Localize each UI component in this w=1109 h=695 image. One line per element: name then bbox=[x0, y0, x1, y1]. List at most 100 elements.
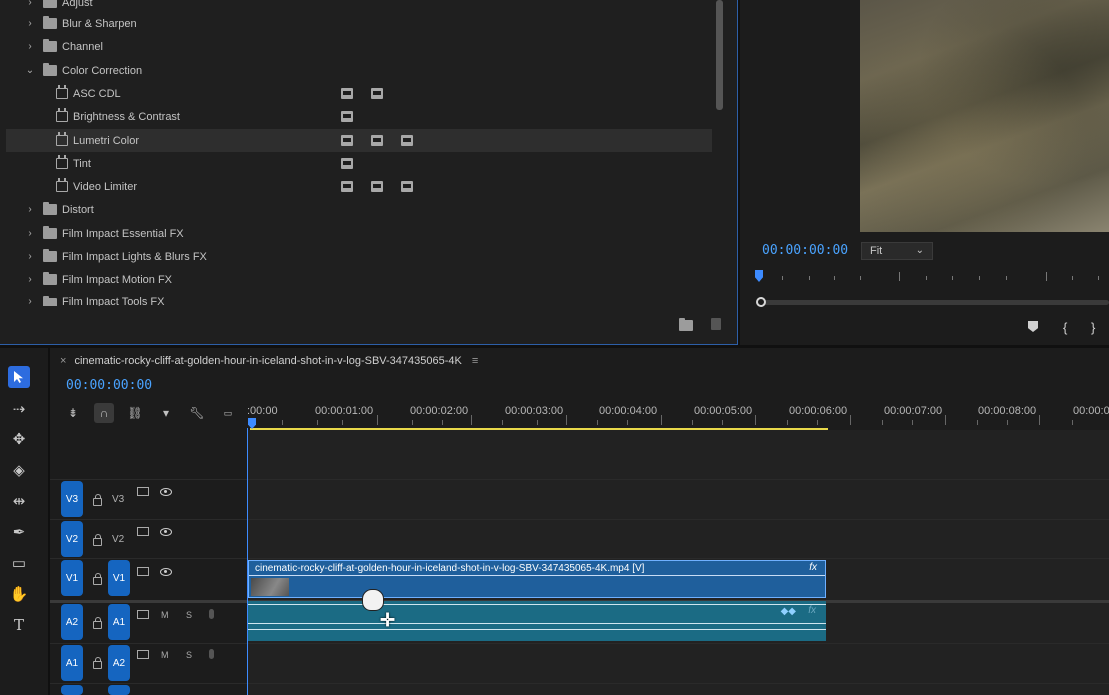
add-marker-icon[interactable]: ▾ bbox=[156, 403, 176, 423]
program-zoom-scrollbar[interactable] bbox=[760, 300, 1109, 305]
close-icon[interactable]: × bbox=[60, 355, 66, 367]
razor-tool-icon[interactable]: ◈ bbox=[8, 459, 30, 481]
chevron-right-icon[interactable]: › bbox=[24, 0, 36, 9]
fx-badge-icon[interactable]: fx bbox=[809, 562, 817, 573]
target-a1[interactable]: A1 bbox=[108, 604, 130, 640]
selection-tool-icon[interactable] bbox=[8, 366, 30, 388]
accelerated-badge-icon bbox=[341, 135, 353, 146]
effect-tint[interactable]: Tint bbox=[6, 152, 712, 175]
effect-brightness-contrast[interactable]: Brightness & Contrast bbox=[6, 105, 712, 128]
type-tool-icon[interactable]: T bbox=[8, 614, 30, 636]
new-bin-icon[interactable] bbox=[679, 318, 693, 331]
target-a2[interactable]: A2 bbox=[108, 645, 130, 681]
target-v2[interactable]: V2 bbox=[61, 521, 83, 557]
zoom-fit-select[interactable]: Fit ⌄ bbox=[861, 242, 933, 260]
effect-video-limiter[interactable]: Video Limiter bbox=[6, 175, 712, 198]
keyframe-icon[interactable]: ◆◆ bbox=[781, 606, 796, 617]
mute-button[interactable]: M bbox=[161, 650, 169, 660]
lock-icon[interactable] bbox=[93, 657, 102, 669]
chevron-right-icon[interactable]: › bbox=[24, 41, 36, 53]
sequence-tab[interactable]: × cinematic-rocky-cliff-at-golden-hour-in… bbox=[60, 355, 478, 367]
video-clip[interactable]: cinematic-rocky-cliff-at-golden-hour-in-… bbox=[248, 560, 826, 598]
track-name-v2: V2 bbox=[112, 534, 125, 545]
mic-icon[interactable] bbox=[209, 609, 214, 619]
effects-folder-film-impact-tools[interactable]: › Film Impact Tools FX bbox=[6, 292, 712, 306]
program-zoom-handle[interactable] bbox=[756, 297, 766, 307]
mic-icon[interactable] bbox=[209, 649, 214, 659]
timeline-timecode[interactable]: 00:00:00:00 bbox=[66, 378, 152, 393]
solo-button[interactable]: S bbox=[186, 650, 192, 660]
program-time-ruler[interactable] bbox=[754, 268, 1109, 288]
sync-lock-icon[interactable] bbox=[137, 487, 149, 496]
effects-folder-film-impact-lights-blurs[interactable]: › Film Impact Lights & Blurs FX bbox=[6, 245, 712, 268]
target-v3[interactable]: V3 bbox=[61, 481, 83, 517]
wrench-icon[interactable]: 🔧︎ bbox=[187, 403, 207, 423]
out-point-icon[interactable]: } bbox=[1091, 320, 1095, 335]
lock-icon[interactable] bbox=[93, 534, 102, 546]
sync-lock-icon[interactable] bbox=[137, 610, 149, 619]
nest-toggle-icon[interactable]: ⇟ bbox=[63, 403, 83, 423]
trash-icon[interactable] bbox=[711, 318, 721, 330]
chevron-right-icon[interactable]: › bbox=[24, 274, 36, 286]
chevron-right-icon[interactable]: › bbox=[24, 251, 36, 263]
sync-lock-icon[interactable] bbox=[137, 527, 149, 536]
solo-button[interactable]: S bbox=[186, 610, 192, 620]
eye-icon[interactable] bbox=[160, 528, 172, 536]
mute-button[interactable]: M bbox=[161, 610, 169, 620]
effects-folder-film-impact-motion[interactable]: › Film Impact Motion FX bbox=[6, 268, 712, 291]
lock-icon[interactable] bbox=[93, 617, 102, 629]
effect-lumetri-color[interactable]: Lumetri Color bbox=[6, 129, 712, 152]
source-v1[interactable]: V1 bbox=[61, 560, 83, 596]
sync-lock-icon[interactable] bbox=[137, 650, 149, 659]
linked-selection-icon[interactable]: ⛓ bbox=[125, 403, 145, 423]
source-a2[interactable]: A2 bbox=[61, 604, 83, 640]
effects-folder-label: Adjust bbox=[62, 0, 93, 9]
source-a1[interactable]: A1 bbox=[61, 645, 83, 681]
slip-tool-icon[interactable]: ⇹ bbox=[8, 490, 30, 512]
effects-scrollbar[interactable] bbox=[716, 0, 723, 110]
effects-folder-distort[interactable]: › Distort bbox=[6, 198, 712, 221]
program-timecode[interactable]: 00:00:00:00 bbox=[762, 243, 848, 258]
chevron-right-icon[interactable]: › bbox=[24, 18, 36, 30]
lock-icon[interactable] bbox=[93, 573, 102, 585]
chevron-down-icon: ⌄ bbox=[915, 245, 924, 256]
in-point-icon[interactable]: { bbox=[1063, 320, 1067, 335]
marker-icon[interactable] bbox=[1028, 321, 1038, 332]
effect-asc-cdl[interactable]: ASC CDL bbox=[6, 82, 712, 105]
folder-icon bbox=[43, 63, 57, 76]
rectangle-tool-icon[interactable]: ▭ bbox=[8, 552, 30, 574]
panel-menu-icon[interactable]: ≡ bbox=[472, 355, 478, 367]
eye-icon[interactable] bbox=[160, 568, 172, 576]
captions-icon[interactable]: ▭ bbox=[218, 403, 238, 423]
effects-folder-label: Film Impact Motion FX bbox=[62, 273, 173, 286]
effects-folder-film-impact-essential[interactable]: › Film Impact Essential FX bbox=[6, 222, 712, 245]
chevron-right-icon[interactable]: › bbox=[24, 296, 36, 306]
track-select-tool-icon[interactable]: ⇢ bbox=[8, 398, 30, 420]
effects-folder-color-correction[interactable]: ⌄ Color Correction bbox=[6, 59, 712, 82]
fx-badge-icon[interactable]: fx bbox=[808, 605, 816, 616]
snap-icon[interactable]: ∩ bbox=[94, 403, 114, 423]
lock-icon[interactable] bbox=[93, 494, 102, 506]
ruler-label: 00:00:05:00 bbox=[694, 405, 753, 417]
source-a3[interactable] bbox=[61, 685, 83, 695]
hand-tool-icon[interactable]: ✋ bbox=[8, 583, 30, 605]
effects-folder-label: Color Correction bbox=[62, 64, 143, 77]
pen-tool-icon[interactable]: ✒ bbox=[8, 521, 30, 543]
ruler-label: 00:00:04:00 bbox=[599, 405, 658, 417]
effects-folder-blur-sharpen[interactable]: › Blur & Sharpen bbox=[6, 12, 712, 35]
audio-clip[interactable]: ◆◆ fx bbox=[248, 601, 826, 641]
move-cursor-icon: ✛ bbox=[380, 610, 396, 630]
target-v1[interactable]: V1 bbox=[108, 560, 130, 596]
eye-icon[interactable] bbox=[160, 488, 172, 496]
chevron-down-icon[interactable]: ⌄ bbox=[24, 65, 36, 77]
chevron-right-icon[interactable]: › bbox=[24, 204, 36, 216]
chevron-right-icon[interactable]: › bbox=[24, 228, 36, 240]
ruler-label: 00:00:01:00 bbox=[315, 405, 374, 417]
sync-lock-icon[interactable] bbox=[137, 567, 149, 576]
timeline-ruler[interactable]: :00:00 00:00:01:00 00:00:02:00 00:00:03:… bbox=[247, 398, 1109, 430]
ruler-label: 00:00:07:00 bbox=[884, 405, 943, 417]
accelerated-badge-icon bbox=[341, 111, 353, 122]
target-a3[interactable] bbox=[108, 685, 130, 695]
effects-folder-channel[interactable]: › Channel bbox=[6, 35, 712, 58]
ripple-edit-tool-icon[interactable]: ✥ bbox=[8, 428, 30, 450]
